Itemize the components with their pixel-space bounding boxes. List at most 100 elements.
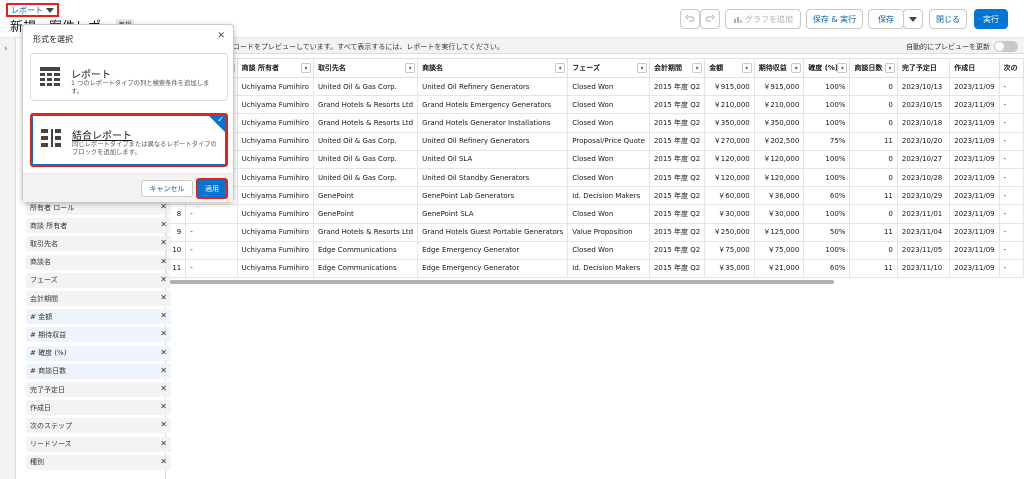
table-cell: Value Proposition — [567, 222, 650, 242]
field-pill[interactable]: 取引先名 ✕ — [26, 236, 171, 252]
remove-field-icon[interactable]: ✕ — [160, 439, 167, 448]
table-cell: 2023/10/29 — [896, 186, 951, 206]
redo-button[interactable] — [700, 9, 720, 29]
field-pill[interactable]: リードソース ✕ — [26, 436, 171, 452]
close-button[interactable]: 閉じる — [929, 9, 967, 29]
table-cell: 2015 年度 Q2 — [648, 222, 706, 242]
joined-report-icon — [41, 129, 61, 147]
save-and-run-button[interactable]: 保存 & 実行 — [806, 9, 863, 29]
remove-field-icon[interactable]: ✕ — [160, 384, 167, 393]
field-pill[interactable]: 種別 ✕ — [26, 454, 171, 470]
table-cell: - — [185, 240, 238, 260]
table-cell: ￥35,000 — [704, 258, 755, 278]
field-pill[interactable]: 完了予定日 ✕ — [26, 382, 171, 397]
preview-info-bar: レコードをプレビューしています。すべて表示するには、レポートを実行してください。… — [166, 38, 1024, 54]
column-header[interactable]: 完了予定日 — [896, 58, 951, 78]
close-icon[interactable]: ✕ — [217, 31, 225, 41]
preview-table: ル▾商談 所有者▾取引先名▾商談名▾フェーズ▾会計期間▾金額▾期待収益▾確度 (… — [166, 58, 1024, 278]
auto-preview-toggle[interactable] — [994, 41, 1018, 52]
remove-field-icon[interactable]: ✕ — [160, 329, 167, 338]
remove-field-icon[interactable]: ✕ — [160, 402, 167, 411]
table-cell: United Oil & Gas Corp. — [312, 131, 419, 151]
cancel-button[interactable]: キャンセル — [141, 180, 193, 197]
table-cell: - — [185, 222, 238, 242]
table-row: 8- Uchiyama Fumihiro GenePoint GenePoint SL… — [166, 204, 1024, 224]
table-row: 3-Uchiyama FumihiroGrand Hotels & Resort… — [166, 113, 1024, 133]
remove-field-icon[interactable]: ✕ — [160, 293, 167, 302]
horizontal-scrollbar[interactable] — [170, 280, 834, 284]
column-header[interactable]: 商談 所有者 ▾ — [236, 58, 314, 78]
table-cell: ￥21,000 — [753, 258, 805, 278]
column-header[interactable]: 期待収益 ▾ — [753, 58, 805, 78]
remove-field-icon[interactable]: ✕ — [160, 311, 167, 320]
remove-field-icon[interactable]: ✕ — [160, 420, 167, 429]
chevron-down-icon[interactable]: ▾ — [884, 63, 895, 73]
field-pill[interactable]: 次のステップ ✕ — [26, 418, 171, 434]
field-pill[interactable]: 所有者 ロール ✕ — [26, 200, 171, 215]
table-cell: ￥210,000 — [704, 95, 755, 115]
preview-table-wrap: ル▾商談 所有者▾取引先名▾商談名▾フェーズ▾会計期間▾金額▾期待収益▾確度 (… — [166, 58, 1024, 278]
table-cell: 2023/11/09 — [949, 131, 1000, 151]
table-row: 2-Uchiyama FumihiroGrand Hotels & Resort… — [166, 95, 1024, 115]
column-header[interactable]: 商談日数 ▾ — [849, 58, 898, 78]
apply-button[interactable]: 適用 — [196, 178, 228, 199]
remove-field-icon[interactable]: ✕ — [160, 457, 167, 466]
chevron-down-icon[interactable]: ▾ — [636, 63, 647, 73]
field-pill[interactable]: # 商談日数 ✕ — [26, 363, 171, 379]
column-header[interactable]: 次の — [998, 58, 1024, 78]
run-button[interactable]: 実行 — [974, 9, 1008, 29]
field-pill[interactable]: 商談名 ✕ — [26, 254, 171, 270]
field-pill-label: フェーズ — [30, 276, 58, 285]
column-header[interactable]: 商談名 ▾ — [417, 58, 569, 78]
add-chart-button[interactable]: グラフを追加 — [725, 9, 801, 29]
field-pill[interactable]: 作成日 ✕ — [26, 400, 171, 416]
option-joined-report[interactable]: 結合レポート 同じレポートタイプまたは異なるレポートタイプのブロックを追加します… — [30, 113, 228, 167]
table-cell: ￥270,000 — [704, 131, 755, 151]
chevron-down-icon[interactable]: ▾ — [692, 63, 703, 73]
field-pill[interactable]: # 確度 (%) ✕ — [26, 345, 171, 361]
field-pill[interactable]: フェーズ ✕ — [26, 272, 171, 288]
table-cell: 0 — [849, 204, 898, 224]
column-header[interactable]: フェーズ ▾ — [567, 58, 650, 78]
table-cell: United Oil & Gas Corp. — [312, 167, 419, 188]
field-pill[interactable]: # 期待収益 ✕ — [26, 327, 171, 343]
column-header[interactable]: 会計期間 ▾ — [648, 58, 706, 78]
field-pill[interactable]: # 金額 ✕ — [26, 309, 171, 325]
table-cell: United Oil & Gas Corp. — [312, 149, 419, 169]
table-cell: Uchiyama Fumihiro — [236, 204, 314, 224]
column-header[interactable]: 作成日 — [949, 58, 1000, 78]
report-type-dropdown[interactable]: レポート — [6, 3, 59, 17]
chevron-down-icon[interactable]: ▾ — [741, 63, 752, 73]
column-header[interactable]: 取引先名 ▾ — [312, 58, 419, 78]
field-pill[interactable]: 会計期間 ✕ — [26, 291, 171, 306]
chevron-down-icon[interactable]: ▾ — [837, 63, 848, 73]
table-cell: Grand Hotels & Resorts Ltd — [312, 95, 419, 115]
table-cell: GenePoint Lab Generators — [417, 186, 569, 206]
save-button[interactable]: 保存 — [868, 9, 904, 29]
table-cell: 100% — [803, 149, 851, 169]
chevron-down-icon[interactable]: ▾ — [300, 63, 311, 73]
option-report[interactable]: レポート 1 つのレポートタイプの列と検索条件を追加します。 — [30, 53, 228, 101]
column-header[interactable]: 金額 ▾ — [704, 58, 755, 78]
chevron-right-icon[interactable]: › — [4, 44, 8, 54]
table-cell: 2015 年度 Q2 — [648, 186, 706, 206]
table-cell: ￥60,000 — [704, 186, 755, 206]
remove-field-icon[interactable]: ✕ — [160, 366, 167, 375]
undo-button[interactable] — [680, 9, 700, 29]
remove-field-icon[interactable]: ✕ — [160, 348, 167, 357]
column-header-label: 取引先名 — [317, 64, 346, 72]
field-pill-label: # 期待収益 — [30, 330, 67, 339]
field-pill[interactable]: 商談 所有者 ✕ — [26, 218, 171, 234]
table-cell: 2023/11/09 — [949, 222, 1000, 242]
table-cell: 2023/11/09 — [949, 240, 1000, 260]
column-header[interactable]: 確度 (%) ▾ — [803, 58, 851, 78]
field-pill-label: # 確度 (%) — [30, 349, 67, 358]
save-menu-button[interactable] — [903, 9, 923, 29]
chevron-down-icon[interactable]: ▾ — [555, 63, 566, 73]
table-cell: 100% — [803, 204, 851, 224]
table-cell: Closed Won — [567, 240, 650, 260]
table-cell: GenePoint — [312, 204, 419, 224]
chevron-down-icon[interactable]: ▾ — [791, 63, 802, 73]
chevron-down-icon[interactable]: ▾ — [405, 63, 416, 73]
table-cell: 2023/11/09 — [949, 186, 1000, 206]
